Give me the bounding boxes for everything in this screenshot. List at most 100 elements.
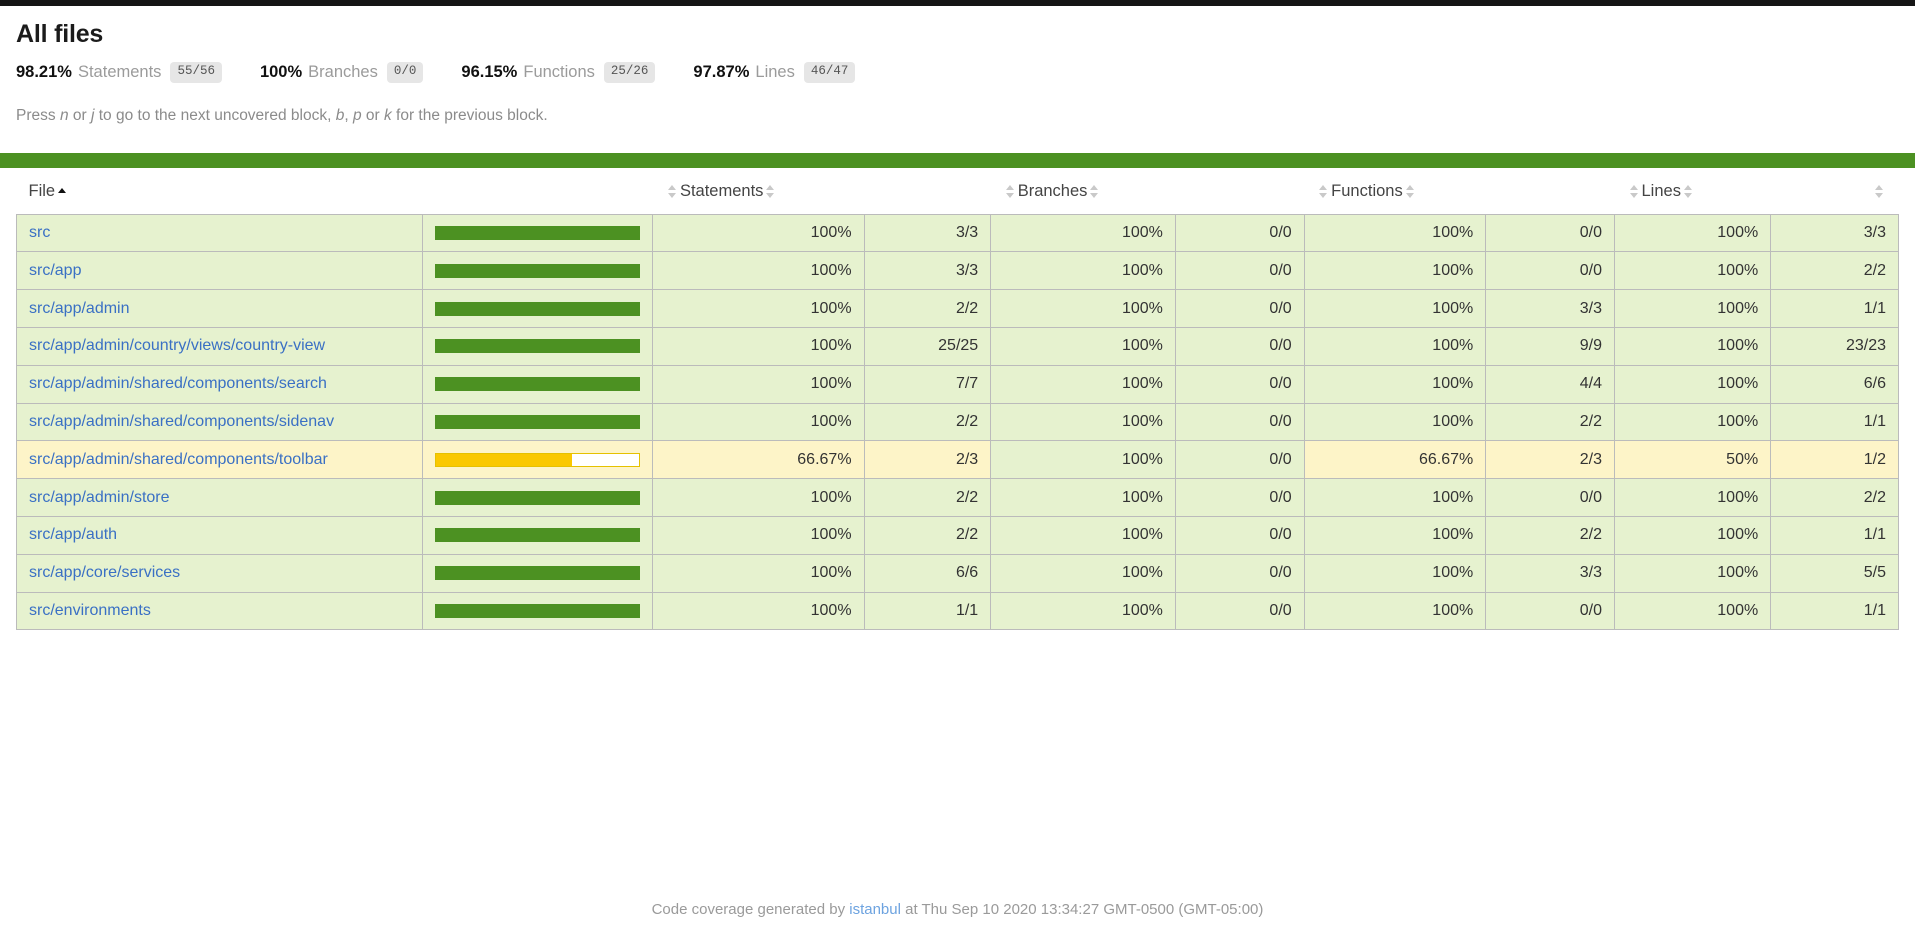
coverage-bar-track — [435, 603, 641, 618]
file-link[interactable]: src/app/admin — [29, 300, 130, 317]
top-accent-bar — [0, 0, 1915, 6]
header-statements[interactable]: Statements — [652, 167, 991, 215]
cell-lines-abs: 2/2 — [1770, 478, 1899, 517]
file-link[interactable]: src/app/auth — [29, 526, 117, 543]
cell-functions-pct: 100% — [1303, 251, 1487, 291]
cell-statements-pct: 100% — [652, 553, 865, 593]
cell-functions-pct: 100% — [1303, 364, 1487, 404]
overall-status-bar — [0, 152, 1915, 168]
cell-statements-pct: 100% — [652, 478, 865, 517]
header-statements-label: Statements — [679, 181, 764, 200]
istanbul-link[interactable]: istanbul — [849, 901, 901, 918]
hint-mid-1: or — [68, 106, 91, 124]
cell-statements-abs: 7/7 — [863, 364, 992, 404]
file-link[interactable]: src/app/admin/shared/components/search — [29, 375, 327, 392]
summary-metric-name: Statements — [77, 62, 162, 81]
cell-branches-abs: 0/0 — [1174, 591, 1305, 631]
cell-branches-pct: 100% — [990, 440, 1176, 480]
cell-branches-pct: 100% — [990, 402, 1176, 442]
cell-statements-pct: 100% — [652, 213, 865, 253]
table-row: src/environments 100% 1/1 100% 0/0 100% 0/0 100… — [15, 591, 1899, 631]
table-row: src/app/admin/country/views/country-view… — [15, 327, 1899, 366]
footer-prefix: Code coverage generated by — [651, 901, 850, 918]
cell-functions-pct: 66.67% — [1303, 440, 1487, 480]
file-link[interactable]: src/app/core/services — [29, 564, 180, 581]
table-row: src/app/auth 100% 2/2 100% 0/0 100% 2/2 100% 1/1 — [15, 516, 1899, 555]
sort-icon-branches-left[interactable] — [1005, 184, 1015, 198]
summary-metric-pct: 98.21% — [16, 62, 72, 81]
cell-lines-pct: 100% — [1613, 516, 1772, 555]
header-lines[interactable]: Lines — [1614, 167, 1771, 215]
keyboard-hint: Press n or j to go to the next uncovered… — [16, 107, 1899, 125]
header-lines-abs[interactable] — [1770, 167, 1899, 215]
cell-lines-pct: 100% — [1613, 553, 1772, 593]
file-link[interactable]: src — [29, 224, 50, 241]
cell-coverage-bar — [422, 327, 654, 366]
coverage-bar-fill — [436, 416, 640, 428]
cell-branches-abs: 0/0 — [1174, 478, 1305, 517]
summary-metric: 97.87% Lines 46/47 — [693, 62, 856, 83]
file-link[interactable]: src/app — [29, 262, 81, 279]
hint-key-p: p — [352, 106, 362, 124]
header-row: File Statements Branches Functions Lines — [16, 167, 1899, 215]
file-link[interactable]: src/environments — [29, 602, 151, 619]
cell-lines-pct: 50% — [1613, 440, 1772, 480]
coverage-bar-fill — [436, 302, 640, 315]
cell-coverage-bar — [422, 364, 654, 404]
coverage-bar-track — [435, 377, 641, 392]
summary-metric-name: Branches — [308, 62, 378, 81]
cell-file: src/app/admin/shared/components/search — [15, 364, 424, 404]
cell-branches-pct: 100% — [990, 591, 1176, 631]
sort-icon-statements-right[interactable] — [766, 184, 775, 198]
sort-icon-lines-abs[interactable] — [1874, 184, 1884, 198]
file-link[interactable]: src/app/admin/shared/components/sidenav — [29, 413, 334, 430]
sort-icon-statements-left[interactable] — [667, 184, 677, 198]
cell-functions-abs: 3/3 — [1485, 553, 1615, 593]
cell-functions-pct: 100% — [1303, 213, 1487, 253]
coverage-bar-track — [435, 566, 641, 581]
table-wrapper: File Statements Branches Functions Lines… — [0, 167, 1915, 631]
sort-icon-lines-right[interactable] — [1683, 184, 1693, 198]
cell-functions-pct: 100% — [1303, 516, 1487, 555]
summary-metric-fraction: 55/56 — [170, 62, 222, 83]
header-file[interactable]: File — [16, 167, 653, 215]
cell-coverage-bar — [422, 440, 654, 480]
file-link[interactable]: src/app/admin/store — [29, 489, 170, 506]
coverage-bar-track — [435, 415, 641, 429]
cell-statements-abs: 2/2 — [863, 289, 992, 329]
summary-metric-pct: 96.15% — [461, 62, 518, 81]
cell-statements-abs: 6/6 — [863, 553, 992, 593]
sort-icon-functions-left[interactable] — [1319, 184, 1328, 198]
cell-branches-pct: 100% — [990, 289, 1176, 329]
cell-functions-abs: 0/0 — [1485, 478, 1615, 517]
cell-lines-pct: 100% — [1613, 591, 1772, 631]
header-branches[interactable]: Branches — [990, 167, 1305, 215]
cell-lines-abs: 3/3 — [1770, 213, 1899, 253]
coverage-bar-fill — [436, 529, 640, 542]
cell-statements-abs: 2/2 — [863, 516, 992, 555]
cell-branches-pct: 100% — [990, 251, 1176, 291]
header-functions[interactable]: Functions — [1304, 167, 1615, 215]
table-row: src/app/admin/shared/components/toolbar 6… — [15, 440, 1899, 480]
coverage-bar-track — [435, 339, 641, 354]
cell-coverage-bar — [422, 289, 654, 329]
coverage-bar-track — [435, 226, 641, 241]
cell-branches-pct: 100% — [990, 213, 1176, 253]
summary-metric-pct: 100% — [259, 62, 303, 81]
sort-icon-functions-right[interactable] — [1405, 184, 1415, 198]
file-link[interactable]: src/app/admin/shared/components/toolbar — [29, 451, 328, 468]
sort-icon-lines-left[interactable] — [1629, 184, 1639, 198]
cell-file: src/app/admin — [15, 289, 424, 329]
cell-functions-abs: 4/4 — [1485, 364, 1615, 404]
hint-key-k: k — [383, 106, 392, 124]
cell-file: src/app — [15, 251, 424, 291]
file-link[interactable]: src/app/admin/country/views/country-view — [29, 337, 325, 354]
table-head: File Statements Branches Functions Lines — [16, 167, 1899, 215]
sort-asc-icon[interactable] — [58, 187, 67, 195]
table-row: src/app 100% 3/3 100% 0/0 100% 0/0 100% 2/2 — [15, 251, 1899, 291]
coverage-bar-track — [435, 263, 641, 278]
cell-statements-pct: 100% — [652, 364, 865, 404]
sort-icon-branches-right[interactable] — [1090, 184, 1099, 198]
cell-statements-abs: 1/1 — [863, 591, 992, 631]
cell-statements-pct: 100% — [652, 516, 865, 555]
